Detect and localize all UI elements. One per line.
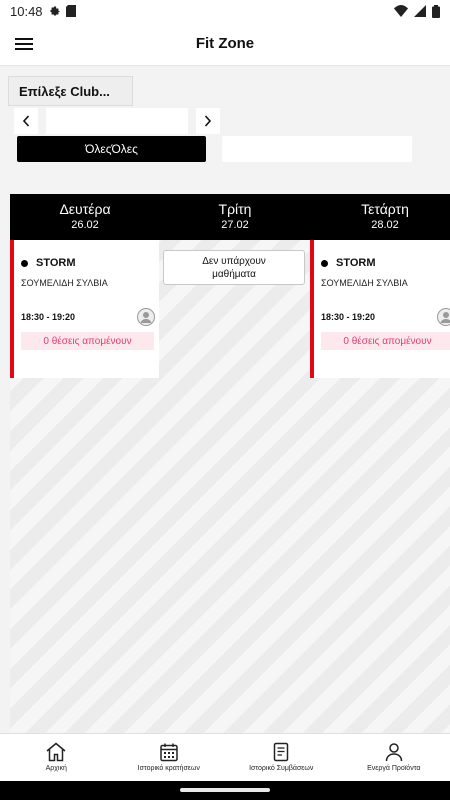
- status-bar: 10:48: [0, 0, 450, 22]
- day-name: Τρίτη: [218, 201, 252, 217]
- date-range-field[interactable]: [46, 108, 188, 134]
- nav-label: Ενεργά Προϊόντα: [367, 765, 421, 772]
- day-header: Δευτέρα 26.02: [10, 194, 160, 240]
- chevron-left-icon: [22, 115, 30, 127]
- class-dot-icon: [321, 260, 328, 267]
- day-name: Δευτέρα: [59, 201, 111, 217]
- menu-button[interactable]: [4, 24, 44, 64]
- gesture-handle[interactable]: [180, 788, 270, 792]
- nav-booking-history[interactable]: Ιστορικό κρατήσεων: [113, 734, 226, 781]
- signal-icon: [414, 5, 426, 17]
- day-date: 26.02: [71, 219, 99, 231]
- class-instructor: ΣΟΥΜΕΛΙΔΗ ΣΥΛΒΙΑ: [321, 278, 408, 288]
- class-name: STORM: [36, 257, 76, 269]
- day-header-row: Δευτέρα 26.02 Τρίτη 27.02 Τετάρτη 28.02: [10, 194, 450, 240]
- club-select-dropdown[interactable]: Επίλεξε Club...: [8, 76, 133, 106]
- filter-all-button[interactable]: ΌλεςΌλες: [17, 136, 206, 162]
- avatar-icon: [137, 308, 155, 326]
- class-time: 18:30 - 19:20: [21, 312, 76, 322]
- class-instructor: ΣΟΥΜΕΛΙΔΗ ΣΥΛΒΙΑ: [21, 278, 108, 288]
- status-time: 10:48: [10, 3, 43, 19]
- previous-week-button[interactable]: [14, 108, 38, 134]
- nav-label: Ιστορικό κρατήσεων: [137, 765, 200, 772]
- day-date: 28.02: [371, 219, 399, 231]
- day-date: 27.02: [221, 219, 249, 231]
- sd-card-icon: [65, 5, 76, 17]
- app-bar: Fit Zone: [0, 22, 450, 66]
- next-week-button[interactable]: [196, 108, 220, 134]
- person-icon: [385, 743, 402, 762]
- wifi-icon: [394, 5, 408, 17]
- spots-remaining-badge: 0 θέσεις απομένουν: [321, 332, 450, 350]
- day-header: Τετάρτη 28.02: [310, 194, 450, 240]
- battery-icon: [432, 4, 440, 18]
- class-card[interactable]: STORM ΣΟΥΜΕΛΙΔΗ ΣΥΛΒΙΑ 18:30 - 19:20 0 θ…: [310, 240, 450, 378]
- chevron-right-icon: [204, 115, 212, 127]
- avatar-icon: [437, 308, 450, 326]
- class-name: STORM: [336, 257, 376, 269]
- hamburger-menu-icon: [15, 37, 33, 50]
- filter-second-button[interactable]: [222, 136, 412, 162]
- nav-contracts-history[interactable]: Ιστορικό Συμβάσεων: [225, 734, 338, 781]
- document-icon: [274, 742, 289, 762]
- bottom-navigation: Αρχική Ιστορικό κρατήσεων Ιστορικό Συμβά…: [0, 733, 450, 781]
- system-navigation-bar: [0, 781, 450, 800]
- day-name: Τετάρτη: [361, 201, 409, 217]
- main-content: Επίλεξε Club... ΌλεςΌλες Δευτέρα 26.02 Τ…: [0, 66, 450, 733]
- class-card[interactable]: STORM ΣΟΥΜΕΛΙΔΗ ΣΥΛΒΙΑ 18:30 - 19:20 0 θ…: [10, 240, 159, 378]
- app-title: Fit Zone: [195, 35, 255, 52]
- spots-remaining-badge: 0 θέσεις απομένουν: [21, 332, 154, 350]
- home-icon: [46, 742, 66, 762]
- nav-home[interactable]: Αρχική: [0, 734, 113, 781]
- class-dot-icon: [21, 260, 28, 267]
- nav-label: Ιστορικό Συμβάσεων: [249, 765, 314, 772]
- no-classes-message: Δεν υπάρχουν μαθήματα: [163, 250, 305, 285]
- calendar-icon: [160, 743, 178, 762]
- day-header: Τρίτη 27.02: [160, 194, 310, 240]
- weekly-schedule: Δευτέρα 26.02 Τρίτη 27.02 Τετάρτη 28.02 …: [10, 194, 450, 733]
- class-time: 18:30 - 19:20: [321, 312, 376, 322]
- gear-icon: [50, 6, 60, 16]
- nav-label: Αρχική: [45, 765, 67, 772]
- nav-active-products[interactable]: Ενεργά Προϊόντα: [338, 734, 450, 781]
